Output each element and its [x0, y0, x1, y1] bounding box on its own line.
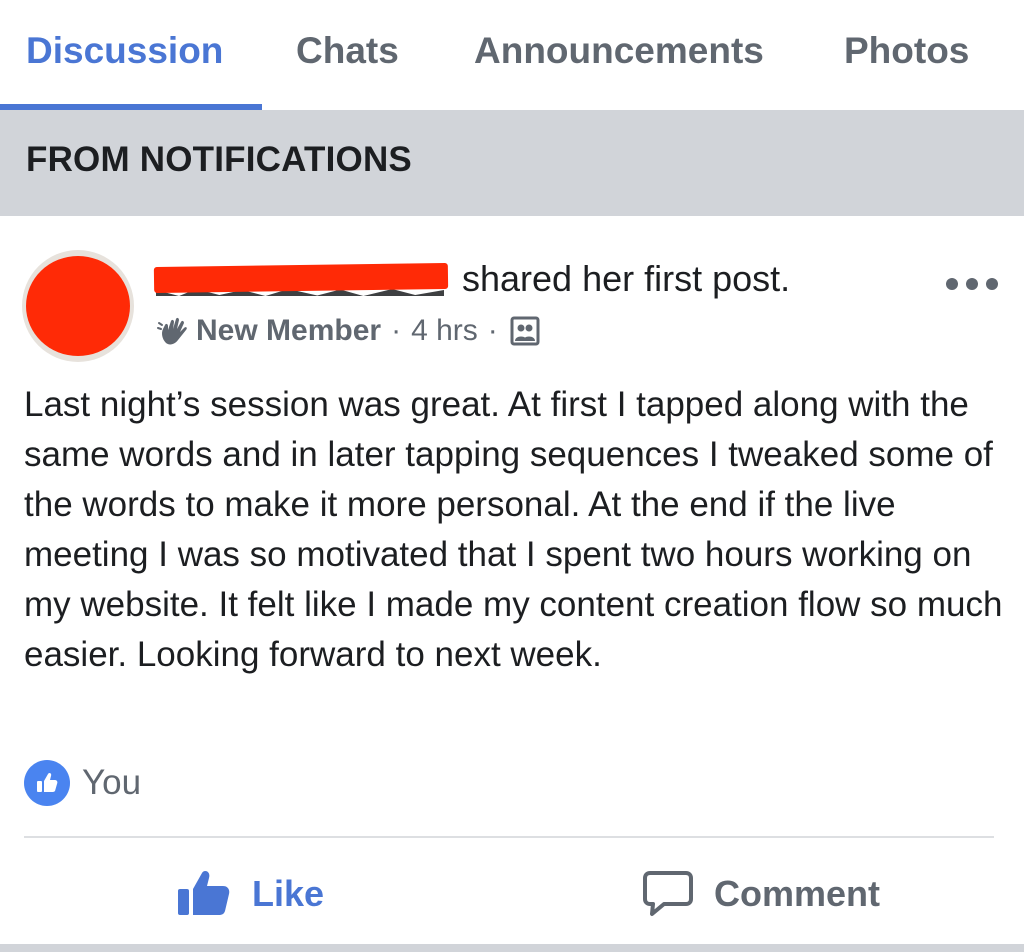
author-name-redaction-mark[interactable] — [153, 262, 449, 294]
avatar-redaction — [26, 256, 130, 356]
like-label: Like — [252, 873, 325, 914]
meta-separator: · — [487, 314, 498, 347]
reactor-name: You — [82, 763, 142, 802]
more-options-icon[interactable] — [946, 276, 998, 292]
group-icon — [510, 316, 540, 346]
post-time[interactable]: 4 hrs — [411, 314, 478, 348]
bottom-separator — [0, 944, 1024, 952]
tab-photos[interactable]: Photos — [844, 30, 969, 72]
tab-bar: Discussion Chats Announcements Photos — [0, 0, 1024, 110]
divider — [24, 836, 994, 838]
comment-label: Comment — [714, 873, 881, 914]
comment-button[interactable]: Comment — [642, 862, 880, 926]
member-badge-label: New Member — [196, 314, 382, 347]
meta-separator: · — [391, 314, 402, 347]
thumbs-up-icon — [24, 760, 70, 806]
tab-announcements[interactable]: Announcements — [474, 30, 764, 72]
comment-icon — [643, 871, 693, 916]
tab-chats[interactable]: Chats — [296, 30, 399, 72]
section-title: FROM NOTIFICATIONS — [26, 140, 412, 179]
post-meta: New Member · 4 hrs · — [156, 310, 540, 352]
post-body: Last night’s session was great. At first… — [24, 385, 1003, 674]
wave-hand-icon — [157, 317, 187, 345]
like-button[interactable]: Like — [176, 862, 324, 926]
avatar[interactable] — [22, 250, 134, 362]
post-action-text: shared her first post. — [462, 258, 791, 299]
thumbs-up-icon — [178, 870, 230, 915]
reaction-summary[interactable]: You — [24, 760, 141, 806]
tab-discussion[interactable]: Discussion — [26, 30, 223, 72]
